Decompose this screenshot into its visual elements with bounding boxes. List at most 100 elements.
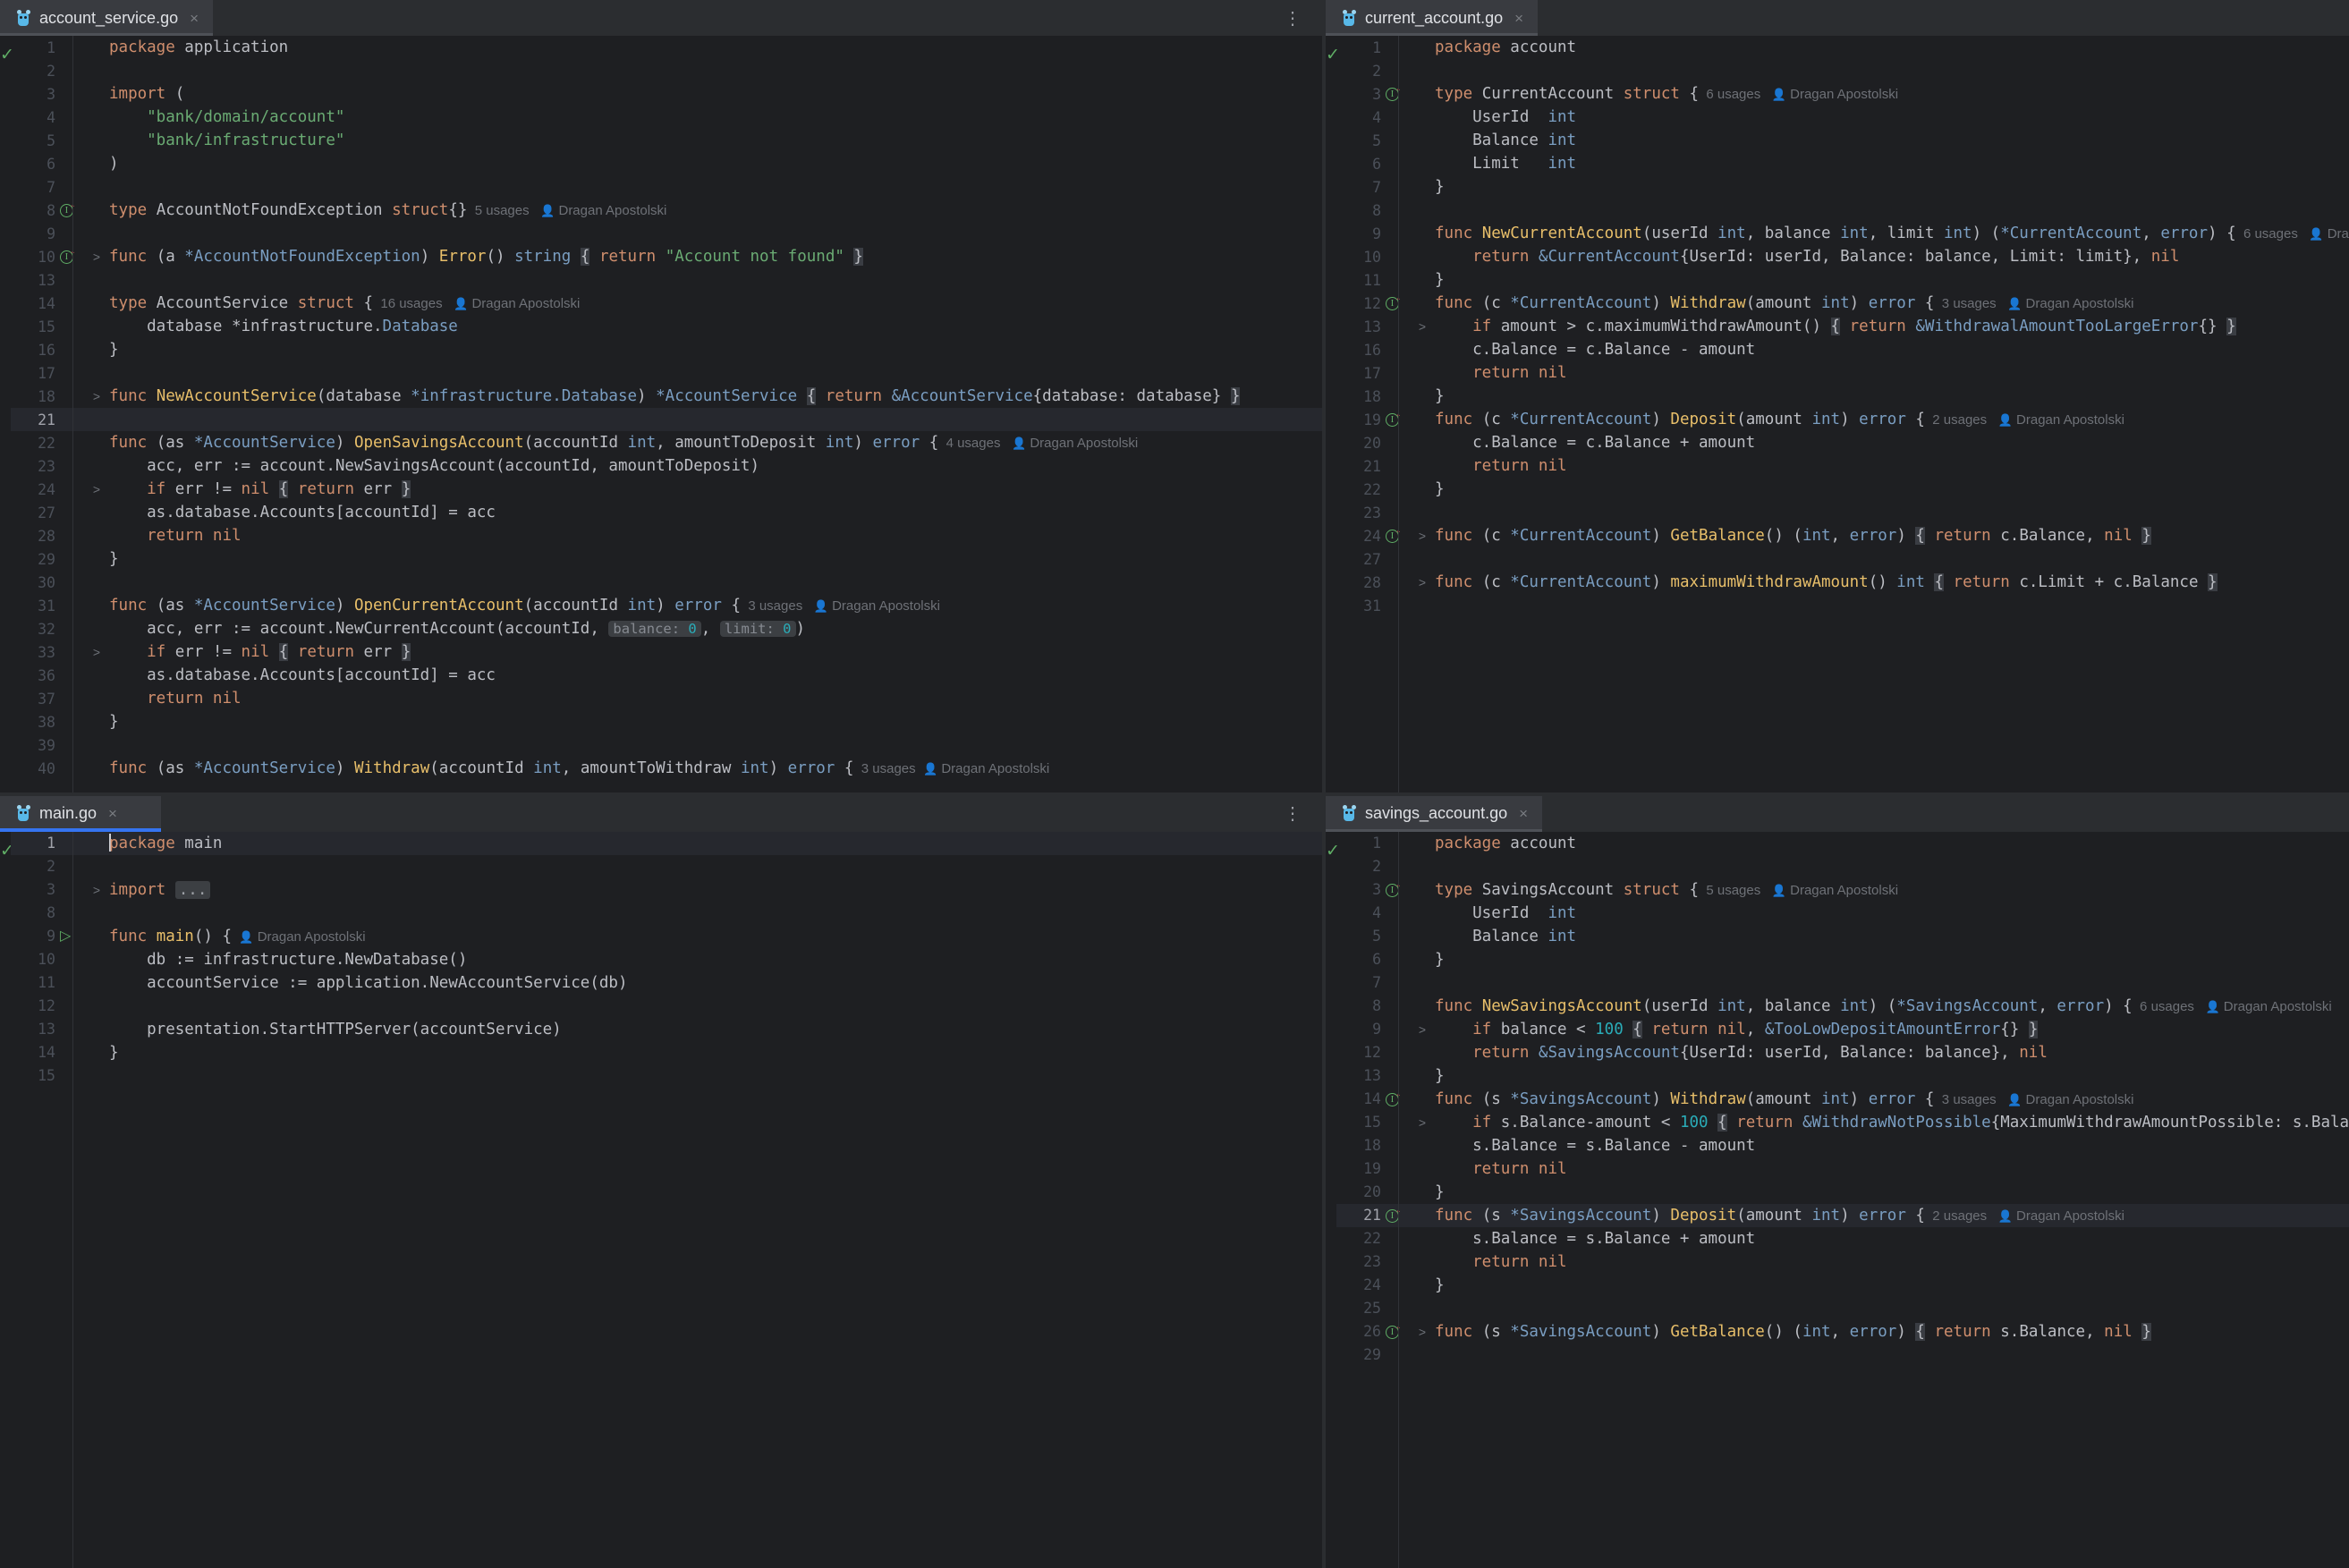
tab-pane-current-account[interactable]: current_account.go × <box>1326 0 1539 36</box>
line-number[interactable]: 22 <box>1336 481 1383 498</box>
line-number[interactable]: 21 <box>11 411 57 428</box>
line-number[interactable]: 31 <box>11 598 57 614</box>
code-lines[interactable]: 1package account23I↑type SavingsAccount … <box>1336 831 2349 1568</box>
line-number[interactable]: 39 <box>11 737 57 754</box>
line-number[interactable]: 14 <box>11 295 57 312</box>
line-number[interactable]: 5 <box>1336 132 1383 149</box>
line-number[interactable]: 11 <box>1336 272 1383 289</box>
fold-arrow-icon[interactable]: > <box>89 389 104 403</box>
line-number[interactable]: 9 <box>1336 1021 1383 1038</box>
close-icon[interactable]: × <box>1519 806 1528 821</box>
line-number[interactable]: 27 <box>1336 551 1383 568</box>
tab-pane-account-service[interactable]: account_service.go × <box>0 0 214 36</box>
line-number[interactable]: 10 <box>11 951 57 968</box>
line-number[interactable]: 1 <box>11 835 57 852</box>
close-icon[interactable]: × <box>1514 11 1523 26</box>
line-number[interactable]: 25 <box>1336 1300 1383 1317</box>
implementation-marker-icon[interactable]: I↑ <box>1386 1207 1402 1224</box>
close-icon[interactable]: × <box>108 806 117 821</box>
line-number[interactable]: 29 <box>1336 1346 1383 1363</box>
line-number[interactable]: 9 <box>11 225 57 242</box>
line-number[interactable]: 18 <box>11 388 57 405</box>
line-number[interactable]: 20 <box>1336 1183 1383 1200</box>
line-number[interactable]: 19 <box>1336 411 1383 428</box>
line-number[interactable]: 1 <box>1336 835 1383 852</box>
fold-arrow-icon[interactable]: > <box>89 883 104 897</box>
line-number[interactable]: 11 <box>11 974 57 991</box>
gutter-markers[interactable]: I↑ <box>1383 527 1415 544</box>
line-number[interactable]: 10 <box>1336 249 1383 266</box>
tab-pane-savings-account[interactable]: savings_account.go × <box>1326 795 1543 832</box>
fold-arrow-icon[interactable]: > <box>1415 1325 1429 1339</box>
line-number[interactable]: 3 <box>11 86 57 103</box>
line-number[interactable]: 4 <box>1336 109 1383 126</box>
line-number[interactable]: 10 <box>11 249 57 266</box>
implementation-marker-icon[interactable]: I↑ <box>1386 527 1402 544</box>
line-number[interactable]: 1 <box>11 39 57 56</box>
line-number[interactable]: 8 <box>11 904 57 921</box>
line-number[interactable]: 18 <box>1336 1137 1383 1154</box>
line-number[interactable]: 28 <box>11 528 57 545</box>
line-number[interactable]: 1 <box>1336 39 1383 56</box>
line-number[interactable]: 6 <box>11 156 57 173</box>
line-number[interactable]: 40 <box>11 760 57 777</box>
line-number[interactable]: 9 <box>11 928 57 945</box>
line-number[interactable]: 5 <box>11 132 57 149</box>
line-number[interactable]: 24 <box>11 481 57 498</box>
line-number[interactable]: 6 <box>1336 951 1383 968</box>
line-number[interactable]: 5 <box>1336 928 1383 945</box>
line-number[interactable]: 22 <box>11 435 57 452</box>
gutter-markers[interactable]: I↑ <box>1383 1323 1415 1340</box>
line-number[interactable]: 14 <box>1336 1090 1383 1107</box>
code-lines[interactable]: 1 package application 2 3 import (4 "bank/do… <box>11 36 1322 792</box>
line-number[interactable]: 13 <box>11 1021 57 1038</box>
line-number[interactable]: 7 <box>1336 179 1383 196</box>
line-number[interactable]: 6 <box>1336 156 1383 173</box>
line-number[interactable]: 3 <box>1336 86 1383 103</box>
implementation-marker-icon[interactable]: I↑ <box>1386 294 1402 311</box>
line-number[interactable]: 20 <box>1336 435 1383 452</box>
line-number[interactable]: 38 <box>11 714 57 731</box>
line-number[interactable]: 13 <box>11 272 57 289</box>
run-gutter-icon[interactable]: ▷ <box>60 928 71 944</box>
fold-arrow-icon[interactable]: > <box>1415 1022 1429 1037</box>
line-number[interactable]: 29 <box>11 551 57 568</box>
implementation-marker-icon[interactable]: I↑ <box>60 201 76 218</box>
line-number[interactable]: 31 <box>1336 598 1383 614</box>
line-number[interactable]: 15 <box>1336 1114 1383 1131</box>
line-number[interactable]: 33 <box>11 644 57 661</box>
gutter-markers[interactable]: I↑ <box>1383 881 1415 898</box>
line-number[interactable]: 24 <box>1336 528 1383 545</box>
line-number[interactable]: 2 <box>11 858 57 875</box>
line-number[interactable]: 15 <box>11 1067 57 1084</box>
line-number[interactable]: 8 <box>1336 202 1383 219</box>
line-number[interactable]: 17 <box>1336 365 1383 382</box>
line-number[interactable]: 9 <box>1336 225 1383 242</box>
implementation-marker-icon[interactable]: I↑ <box>1386 1323 1402 1340</box>
implementation-marker-icon[interactable]: I↑ <box>1386 411 1402 428</box>
line-number[interactable]: 30 <box>11 574 57 591</box>
close-icon[interactable]: × <box>190 11 199 26</box>
fold-arrow-icon[interactable]: > <box>1415 319 1429 334</box>
line-number[interactable]: 23 <box>1336 504 1383 521</box>
line-number[interactable]: 12 <box>1336 295 1383 312</box>
implementation-marker-icon[interactable]: I↑ <box>60 248 76 265</box>
line-number[interactable]: 36 <box>11 667 57 684</box>
line-number[interactable]: 4 <box>1336 904 1383 921</box>
code-lines[interactable]: 1 package main 2 3 > import ... 8 9 ▷ func main()… <box>11 831 1322 1568</box>
code-lines[interactable]: 1package account23I↑type CurrentAccount … <box>1336 36 2349 792</box>
tab-options-kebab-icon[interactable]: ⋮ <box>1264 0 1322 36</box>
line-number[interactable]: 4 <box>11 109 57 126</box>
fold-arrow-icon[interactable]: > <box>1415 529 1429 543</box>
gutter-markers[interactable]: I↑ <box>1383 1207 1415 1224</box>
gutter-markers[interactable]: I↑ <box>1383 294 1415 311</box>
line-number[interactable]: 24 <box>1336 1276 1383 1293</box>
gutter-markers[interactable]: I↑ <box>1383 1090 1415 1107</box>
line-number[interactable]: 3 <box>11 881 57 898</box>
line-number[interactable]: 19 <box>1336 1160 1383 1177</box>
tab-options-kebab-icon[interactable]: ⋮ <box>1264 796 1322 832</box>
line-number[interactable]: 8 <box>11 202 57 219</box>
gutter-markers[interactable]: I↑ <box>57 201 89 218</box>
line-number[interactable]: 7 <box>1336 974 1383 991</box>
gutter-markers[interactable]: I↑ <box>1383 411 1415 428</box>
